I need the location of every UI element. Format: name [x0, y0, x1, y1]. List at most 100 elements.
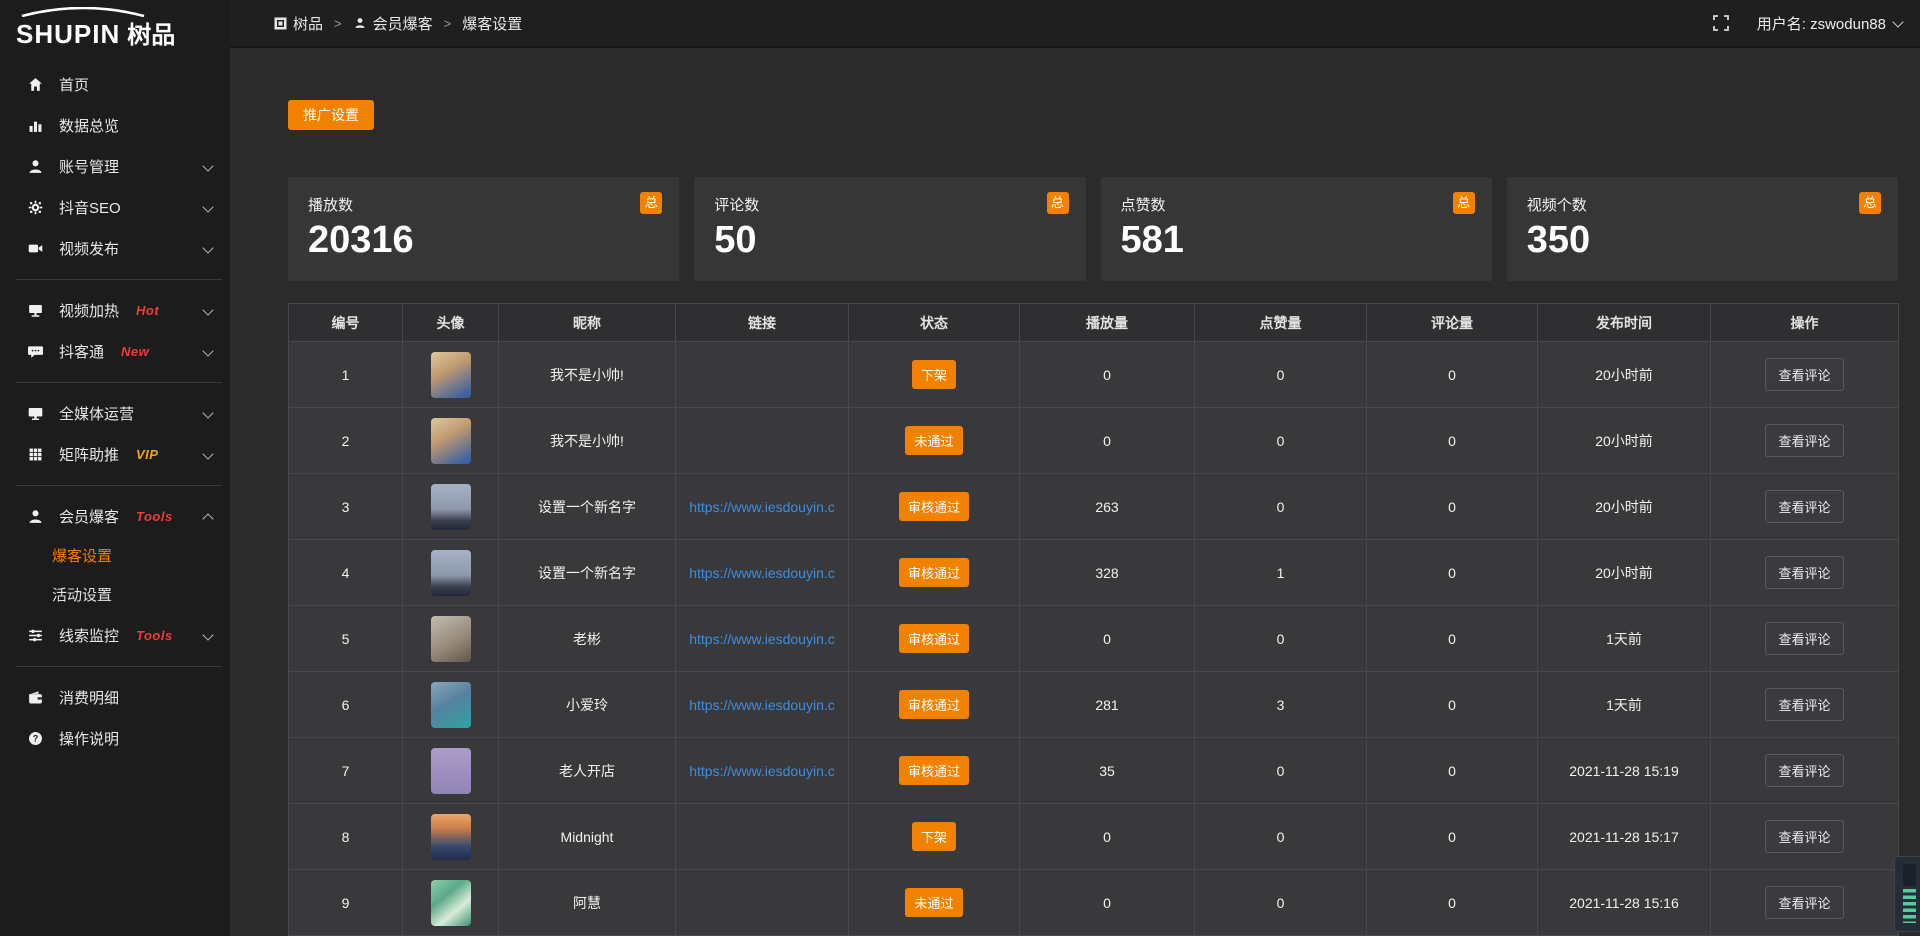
stat-label: 点赞数 [1121, 194, 1472, 215]
sidebar-item-home[interactable]: 首页 [0, 64, 230, 105]
floating-widget[interactable] [1894, 856, 1920, 932]
sidebar-item-video-heating[interactable]: 视频加热Hot [0, 290, 230, 331]
topbar: 树品 > 会员爆客 > 爆客设置 [230, 0, 1920, 48]
chevron-down-icon [202, 160, 213, 171]
cell-link [676, 342, 849, 408]
status-badge: 审核通过 [899, 492, 969, 521]
cell-nickname: 设置一个新名字 [499, 540, 676, 606]
cell-comments: 0 [1367, 474, 1538, 540]
sidebar-item-badge: Tools [136, 628, 173, 643]
table-row: 4设置一个新名字https://www.iesdouyin.c审核通过32810… [289, 540, 1899, 606]
user-icon [26, 158, 44, 176]
column-header: 状态 [849, 304, 1020, 342]
stat-value: 20316 [308, 221, 659, 261]
username-menu[interactable]: 用户名: zswodun88 [1757, 13, 1902, 34]
cell-status: 下架 [849, 804, 1020, 870]
video-link[interactable]: https://www.iesdouyin.c [689, 565, 835, 581]
stat-card-comments: 评论数 50 总 [694, 177, 1085, 281]
cell-publish-time: 2021-11-28 15:19 [1538, 738, 1711, 804]
promo-settings-button[interactable]: 推广设置 [288, 100, 374, 130]
total-badge: 总 [1453, 192, 1475, 214]
cell-link [676, 870, 849, 936]
cell-status: 下架 [849, 342, 1020, 408]
cell-id: 4 [289, 540, 403, 606]
sidebar-item-baoke-settings[interactable]: 爆客设置 [0, 537, 230, 576]
sidebar-divider [16, 382, 222, 383]
video-link[interactable]: https://www.iesdouyin.c [689, 697, 835, 713]
cell-id: 2 [289, 408, 403, 474]
sidebar-item-all-media-operation[interactable]: 全媒体运营 [0, 393, 230, 434]
view-comments-button[interactable]: 查看评论 [1765, 820, 1843, 853]
view-comments-button[interactable]: 查看评论 [1765, 688, 1843, 721]
table-row: 8Midnight下架0002021-11-28 15:17查看评论 [289, 804, 1899, 870]
cell-avatar [403, 870, 499, 936]
view-comments-button[interactable]: 查看评论 [1765, 556, 1843, 589]
sidebar-item-data-overview[interactable]: 数据总览 [0, 105, 230, 146]
question-icon: ? [26, 730, 44, 748]
sidebar-item-operation-instructions[interactable]: ? 操作说明 [0, 718, 230, 759]
column-header: 点赞量 [1195, 304, 1367, 342]
cell-action: 查看评论 [1711, 342, 1899, 408]
chevron-down-icon [202, 242, 213, 253]
cell-comments: 0 [1367, 672, 1538, 738]
avatar [431, 880, 471, 926]
sidebar-item-badge: New [121, 344, 149, 359]
sidebar-item-account-management[interactable]: 账号管理 [0, 146, 230, 187]
sidebar-item-douyin-seo[interactable]: 抖音SEO [0, 187, 230, 228]
stat-card-likes: 点赞数 581 总 [1101, 177, 1492, 281]
breadcrumb-item-member-baoke[interactable]: 会员爆客 [353, 13, 433, 34]
sidebar-item-member-baoke[interactable]: 会员爆客Tools [0, 496, 230, 537]
view-comments-button[interactable]: 查看评论 [1765, 358, 1843, 391]
cell-status: 未通过 [849, 408, 1020, 474]
sidebar-item-clue-monitoring[interactable]: 线索监控Tools [0, 615, 230, 656]
sidebar-item-activity-settings[interactable]: 活动设置 [0, 576, 230, 615]
video-link[interactable]: https://www.iesdouyin.c [689, 631, 835, 647]
chevron-down-icon [202, 345, 213, 356]
breadcrumb-item-shupin[interactable]: 树品 [274, 13, 323, 34]
breadcrumb-separator: > [444, 16, 452, 31]
view-comments-button[interactable]: 查看评论 [1765, 886, 1843, 919]
sidebar-item-consumption-details[interactable]: 消费明细 [0, 677, 230, 718]
chevron-down-icon [202, 201, 213, 212]
video-link[interactable]: https://www.iesdouyin.c [689, 763, 835, 779]
cell-avatar [403, 408, 499, 474]
stat-label: 播放数 [308, 194, 659, 215]
table-row: 5老彬https://www.iesdouyin.c审核通过0001天前查看评论 [289, 606, 1899, 672]
sidebar-item-label: 操作说明 [59, 728, 119, 749]
monitor-icon [26, 405, 44, 423]
cell-comments: 0 [1367, 408, 1538, 474]
videos-table: 编号头像昵称链接状态播放量点赞量评论量发布时间操作 1我不是小帅!下架00020… [288, 303, 1899, 936]
sidebar-item-matrix-boost[interactable]: 矩阵助推VIP [0, 434, 230, 475]
column-header: 操作 [1711, 304, 1899, 342]
cell-likes: 0 [1195, 870, 1367, 936]
video-link[interactable]: https://www.iesdouyin.c [689, 499, 835, 515]
cell-avatar [403, 342, 499, 408]
cell-likes: 0 [1195, 342, 1367, 408]
sidebar-item-douketong[interactable]: 抖客通New [0, 331, 230, 372]
breadcrumb-label: 会员爆客 [373, 13, 433, 34]
table-row: 3设置一个新名字https://www.iesdouyin.c审核通过26300… [289, 474, 1899, 540]
app-window: SHUPIN 树品 首页数据总览账号管理抖音SEO视频发布视频加热Hot抖客通N… [0, 0, 1920, 936]
cell-nickname: 设置一个新名字 [499, 474, 676, 540]
cell-action: 查看评论 [1711, 540, 1899, 606]
view-comments-button[interactable]: 查看评论 [1765, 424, 1843, 457]
column-header: 播放量 [1020, 304, 1195, 342]
cell-nickname: 老彬 [499, 606, 676, 672]
view-comments-button[interactable]: 查看评论 [1765, 490, 1843, 523]
column-header: 评论量 [1367, 304, 1538, 342]
cell-likes: 0 [1195, 738, 1367, 804]
cell-action: 查看评论 [1711, 870, 1899, 936]
view-comments-button[interactable]: 查看评论 [1765, 754, 1843, 787]
fullscreen-icon[interactable] [1713, 15, 1729, 31]
main-area: 树品 > 会员爆客 > 爆客设置 [230, 0, 1920, 936]
sidebar-item-label: 消费明细 [59, 687, 119, 708]
cell-avatar [403, 804, 499, 870]
content: 推广设置 播放数 20316 总 评论数 50 总 点赞数 581 总 [230, 48, 1920, 936]
view-comments-button[interactable]: 查看评论 [1765, 622, 1843, 655]
grid-icon [26, 446, 44, 464]
cell-nickname: 小爱玲 [499, 672, 676, 738]
sidebar-item-video-publish[interactable]: 视频发布 [0, 228, 230, 269]
breadcrumb-label: 树品 [293, 13, 323, 34]
cell-publish-time: 1天前 [1538, 672, 1711, 738]
cell-plays: 263 [1020, 474, 1195, 540]
